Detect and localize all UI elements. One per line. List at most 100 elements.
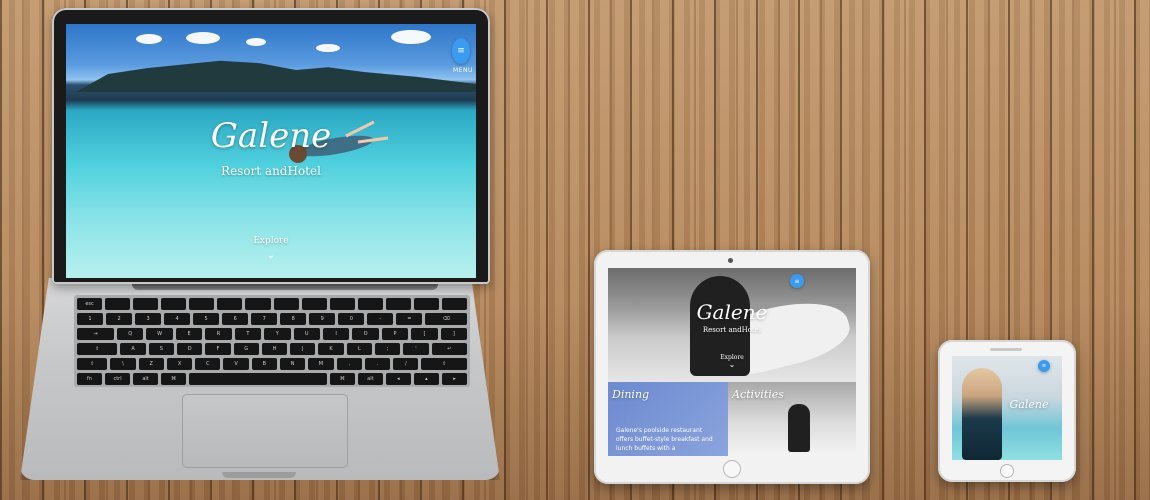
key: ▴: [413, 373, 439, 385]
key: ]: [440, 328, 468, 340]
laptop-front-notch: [222, 472, 296, 478]
key: 7: [251, 313, 278, 325]
laptop-keyboard: esc 1 2 3 4 5 6 7 8 9 0- = ⌫ ⇥ Q W E R T Y U I O P[] ⇪ A S D F G H J…: [74, 295, 470, 387]
key: 1: [77, 313, 104, 325]
cloud: [391, 30, 431, 44]
key: esc: [77, 298, 103, 310]
phone-screen: ≡ Galene: [952, 356, 1062, 460]
key: M: [308, 358, 334, 370]
key: C: [195, 358, 221, 370]
cloud: [136, 34, 162, 44]
tablet-hero-image: ≡ Galene Resort andHotel Explore ⌄: [608, 268, 856, 386]
key: ;: [374, 343, 401, 355]
key: -: [367, 313, 394, 325]
tablet-brand-title: Galene: [696, 300, 768, 324]
key: ⌘: [161, 373, 187, 385]
key: Q: [116, 328, 144, 340]
menu-button[interactable]: ≡: [452, 38, 470, 64]
key: ⇧: [421, 358, 467, 370]
key: [301, 298, 327, 310]
key: 6: [222, 313, 249, 325]
laptop-brand-title: Galene: [210, 116, 332, 156]
key: X: [166, 358, 193, 370]
key: 8: [280, 313, 307, 325]
key: [189, 298, 215, 310]
key: 9: [309, 313, 336, 325]
key: K: [318, 343, 344, 355]
key: [: [411, 328, 438, 340]
key: P: [381, 328, 409, 340]
key: [189, 373, 327, 385]
key: V: [223, 358, 249, 370]
key: [105, 298, 131, 310]
hamburger-icon: ≡: [794, 277, 800, 285]
key: F: [205, 343, 231, 355]
activities-title: Activities: [732, 388, 784, 401]
woman-in-pool-figure: [962, 368, 1002, 460]
mountain-island: [76, 60, 476, 92]
chevron-down-icon[interactable]: ⌄: [608, 360, 856, 369]
key: [357, 298, 383, 310]
explore-link[interactable]: Explore: [66, 236, 476, 246]
key: [217, 298, 243, 310]
hamburger-icon: ≡: [1041, 363, 1047, 369]
menu-label: MENU: [453, 67, 473, 74]
cloud: [246, 38, 266, 46]
laptop-screen: Galene Resort andHotel ≡ MENU Explore ⌄: [66, 24, 476, 278]
key: L: [346, 343, 372, 355]
key: E: [175, 328, 203, 340]
key: A: [120, 343, 146, 355]
laptop-trackpad: [182, 394, 348, 468]
phone-home-button: [1000, 464, 1014, 478]
key: G: [233, 343, 259, 355]
key: ⌫: [425, 313, 468, 325]
key: .: [364, 358, 391, 370]
chevron-down-icon[interactable]: ⌄: [66, 250, 476, 261]
dining-description: Galene's poolside restaurant offers buff…: [616, 427, 713, 452]
tablet-home-button: [723, 460, 741, 478]
laptop-lid: Galene Resort andHotel ≡ MENU Explore ⌄: [52, 8, 490, 284]
key: ctrl: [105, 373, 131, 385]
key: S: [148, 343, 175, 355]
key: ▸: [441, 373, 467, 385]
dining-title: Dining: [612, 388, 650, 401]
key: Y: [264, 328, 291, 340]
cloud: [316, 44, 340, 52]
key: [442, 298, 468, 310]
key: B: [251, 358, 278, 370]
key: [245, 298, 271, 310]
phone-speaker: [990, 348, 1022, 351]
key: [385, 298, 411, 310]
key: ⇧: [77, 358, 108, 370]
tablet-menu-button[interactable]: ≡: [790, 274, 804, 288]
key: alt: [133, 373, 159, 385]
key: 2: [106, 313, 133, 325]
dining-panel[interactable]: Dining Galene's poolside restaurant offe…: [608, 382, 728, 456]
key: 5: [193, 313, 220, 325]
activities-panel[interactable]: Activities: [728, 382, 856, 456]
phone-device: ≡ Galene: [938, 340, 1076, 482]
tablet-camera: [728, 258, 733, 263]
surfer-figure: [788, 404, 810, 452]
key: ↵: [431, 343, 467, 355]
key: I: [322, 328, 350, 340]
tablet-brand-subtitle: Resort andHotel: [702, 326, 762, 334]
key: U: [293, 328, 320, 340]
phone-menu-button[interactable]: ≡: [1038, 360, 1050, 372]
key: [161, 298, 187, 310]
laptop-brand-subtitle: Resort andHotel: [221, 164, 321, 178]
key: R: [205, 328, 232, 340]
key: ◂: [385, 373, 411, 385]
key: ⇥: [77, 328, 114, 340]
key: W: [146, 328, 173, 340]
key: ,: [336, 358, 362, 370]
key: /: [393, 358, 419, 370]
key: 3: [135, 313, 162, 325]
key: [413, 298, 440, 310]
key: \: [110, 358, 136, 370]
key: [329, 298, 355, 310]
key: =: [396, 313, 423, 325]
key: ⌘: [329, 373, 355, 385]
key: D: [177, 343, 203, 355]
key: T: [234, 328, 262, 340]
